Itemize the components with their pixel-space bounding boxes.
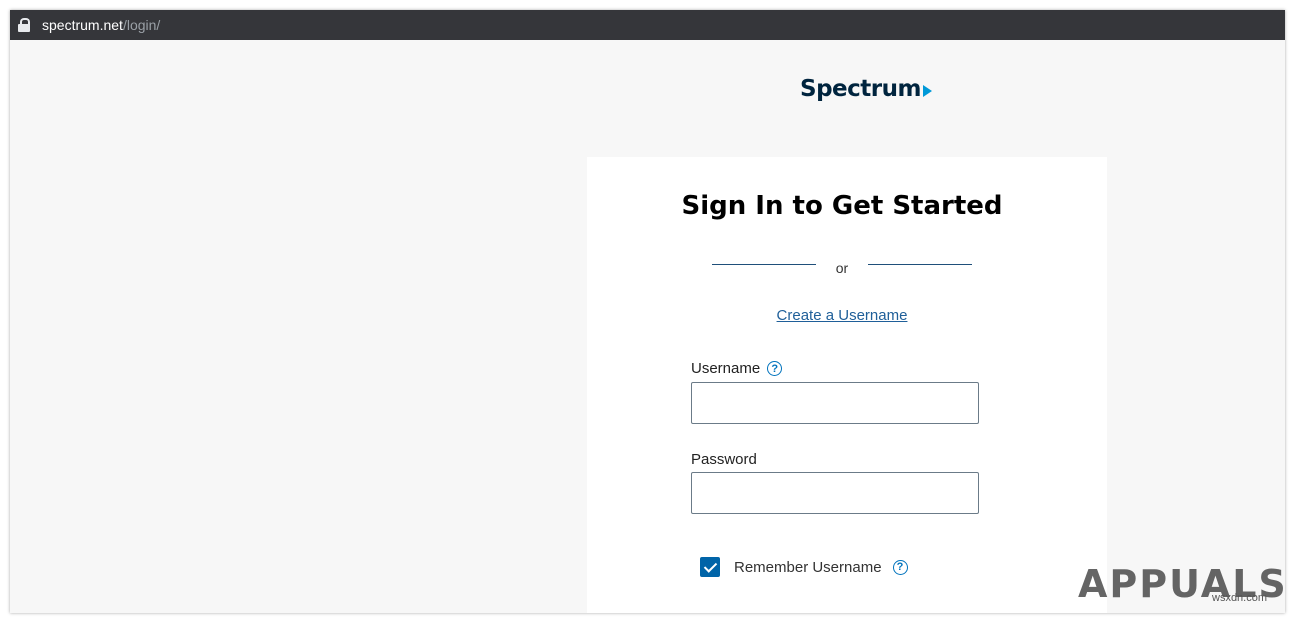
url-path: /login/ — [122, 17, 161, 33]
username-help-icon[interactable]: ? — [767, 361, 783, 376]
remember-username-label: Remember Username — [734, 558, 882, 576]
password-input[interactable] — [691, 472, 979, 514]
username-input[interactable] — [691, 382, 979, 424]
username-label: Username — [691, 360, 761, 377]
spectrum-logo[interactable]: Spectrum — [800, 76, 932, 102]
watermark-site: wsxdn.com — [1212, 592, 1268, 604]
login-card: Sign In to Get Started or Create a Usern… — [587, 157, 1107, 613]
lock-icon — [18, 18, 30, 32]
address-bar[interactable]: spectrum.net/login/ — [10, 10, 1285, 40]
create-username-link[interactable]: Create a Username — [587, 307, 1097, 324]
divider-right — [868, 264, 972, 265]
username-label-row: Username ? — [691, 360, 783, 377]
password-label: Password — [691, 451, 757, 468]
logo-text: Spectrum — [800, 76, 921, 102]
remember-help-icon[interactable]: ? — [892, 559, 908, 575]
logo-arrow-icon — [922, 85, 932, 97]
remember-username-checkbox[interactable] — [700, 557, 720, 577]
checkmark-icon — [703, 558, 717, 573]
password-label-row: Password — [691, 451, 757, 468]
browser-window: spectrum.net/login/ Spectrum Sign In to … — [10, 10, 1285, 613]
remember-username-row: Remember Username ? — [700, 557, 908, 577]
url-host: spectrum.net — [42, 17, 123, 33]
divider-or-text: or — [835, 260, 849, 276]
page-title: Sign In to Get Started — [681, 191, 1003, 221]
